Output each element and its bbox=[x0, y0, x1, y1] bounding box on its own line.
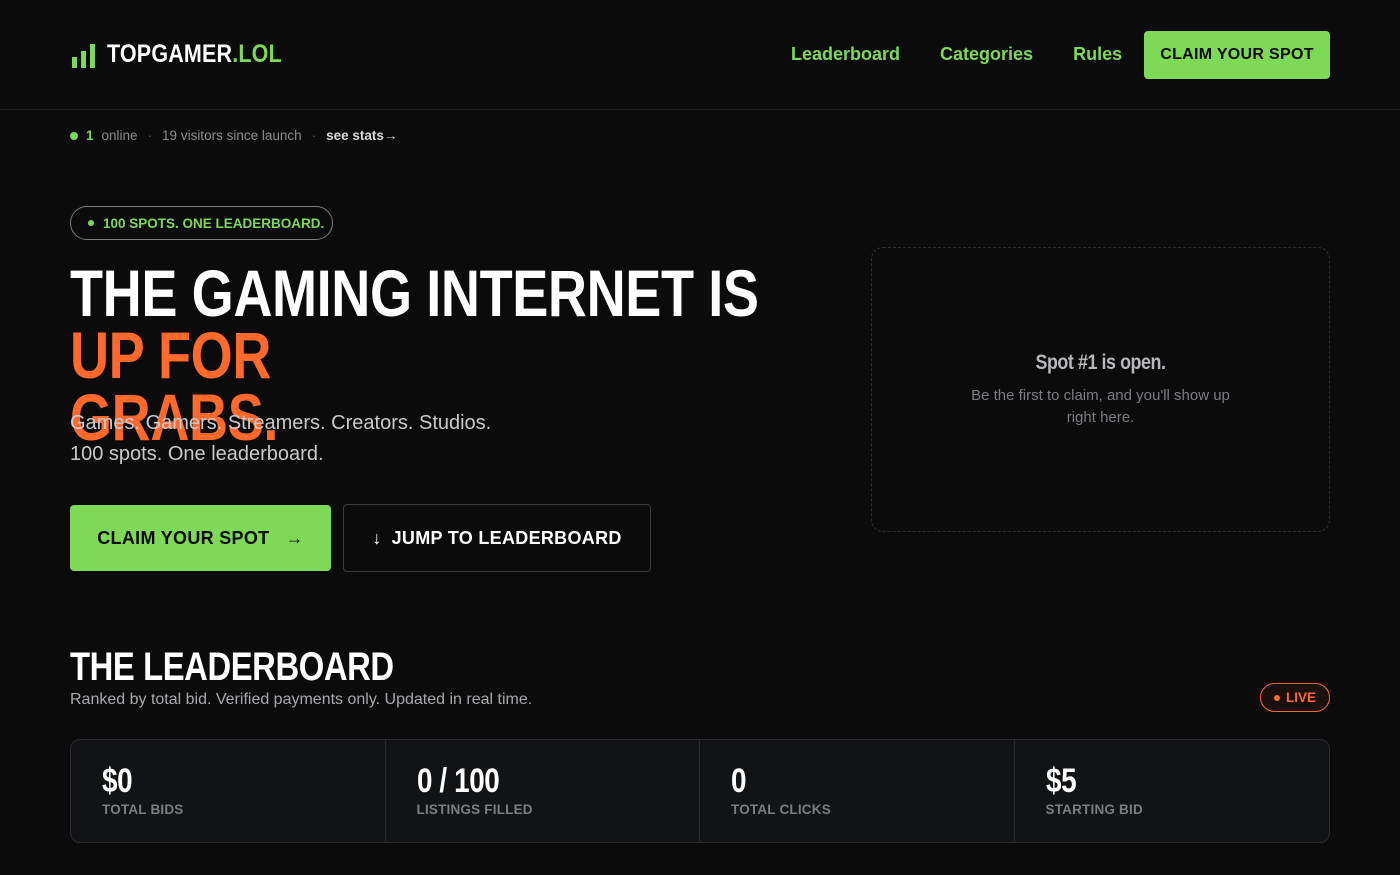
site-header: TOPGAMER.LOL Leaderboard Categories Rule… bbox=[0, 0, 1400, 110]
logo[interactable]: TOPGAMER.LOL bbox=[72, 40, 310, 68]
claim-spot-hero-button[interactable]: CLAIM YOUR SPOT → bbox=[70, 505, 331, 571]
stat-label: STARTING BID bbox=[1045, 802, 1143, 817]
bar-chart-icon bbox=[72, 44, 95, 68]
visitors-count: 19 visitors since launch bbox=[162, 128, 302, 143]
logo-accent: .LOL bbox=[232, 40, 282, 68]
live-dot-icon bbox=[1273, 694, 1280, 701]
stat-value: $0 bbox=[102, 762, 133, 800]
stat-total-clicks: 0 TOTAL CLICKS bbox=[700, 740, 1015, 842]
leaderboard-stats: $0 TOTAL BIDS 0 / 100 LISTINGS FILLED 0 … bbox=[70, 739, 1330, 843]
pill-text: 100 SPOTS. ONE LEADERBOARD. bbox=[103, 215, 325, 231]
stat-starting-bid: $5 STARTING BID bbox=[1015, 740, 1330, 842]
main-nav: Leaderboard Categories Rules bbox=[791, 44, 1122, 65]
stat-value: 0 bbox=[731, 762, 747, 800]
nav-link-rules[interactable]: Rules bbox=[1073, 44, 1122, 65]
spot-title: Spot #1 is open. bbox=[1035, 350, 1166, 374]
pill-dot-icon bbox=[88, 220, 94, 226]
jump-to-leaderboard-button[interactable]: ↓ JUMP TO LEADERBOARD bbox=[343, 504, 651, 572]
jump-label: JUMP TO LEADERBOARD bbox=[391, 527, 622, 548]
claim-spot-label: CLAIM YOUR SPOT bbox=[97, 527, 270, 548]
stat-label: TOTAL BIDS bbox=[102, 802, 184, 817]
stat-total-bids: $0 TOTAL BIDS bbox=[71, 740, 386, 842]
stat-label: TOTAL CLICKS bbox=[731, 802, 831, 817]
visitor-status: 1 online · 19 visitors since launch · se… bbox=[70, 128, 397, 143]
stat-listings-filled: 0 / 100 LISTINGS FILLED bbox=[386, 740, 700, 842]
live-badge: LIVE bbox=[1260, 683, 1330, 712]
hero-subtitle-line-2: 100 spots. One leaderboard. bbox=[70, 443, 324, 465]
live-label: LIVE bbox=[1285, 690, 1316, 705]
leaderboard-subtitle: Ranked by total bid. Verified payments o… bbox=[70, 691, 533, 708]
arrow-right-icon: → bbox=[285, 527, 304, 548]
nav-link-categories[interactable]: Categories bbox=[940, 44, 1033, 65]
online-count: 1 bbox=[86, 128, 94, 143]
see-stats-link[interactable]: see stats→ bbox=[326, 128, 397, 143]
stat-value: $5 bbox=[1045, 762, 1077, 800]
separator: · bbox=[311, 128, 317, 143]
nav-link-leaderboard[interactable]: Leaderboard bbox=[791, 44, 900, 65]
arrow-down-icon: ↓ bbox=[372, 527, 382, 548]
open-spot-card[interactable]: Spot #1 is open. Be the first to claim, … bbox=[871, 247, 1330, 532]
logo-text: TOPGAMER.LOL bbox=[107, 40, 282, 68]
stat-label: LISTINGS FILLED bbox=[416, 802, 533, 817]
claim-spot-header-button[interactable]: CLAIM YOUR SPOT bbox=[1144, 31, 1330, 79]
hero-subtitle: Games. Gamers. Streamers. Creators. Stud… bbox=[70, 408, 590, 470]
logo-main: TOPGAMER bbox=[107, 40, 233, 68]
hero-subtitle-line-1: Games. Gamers. Streamers. Creators. Stud… bbox=[70, 412, 492, 434]
stat-value: 0 / 100 bbox=[416, 762, 500, 800]
separator: · bbox=[147, 128, 153, 143]
hero-pill-badge: 100 SPOTS. ONE LEADERBOARD. bbox=[70, 206, 333, 240]
spot-description: Be the first to claim, and you'll show u… bbox=[971, 386, 1230, 426]
online-indicator-icon bbox=[70, 131, 78, 140]
leaderboard-title: THE LEADERBOARD bbox=[70, 645, 394, 689]
online-label: online bbox=[101, 128, 138, 143]
